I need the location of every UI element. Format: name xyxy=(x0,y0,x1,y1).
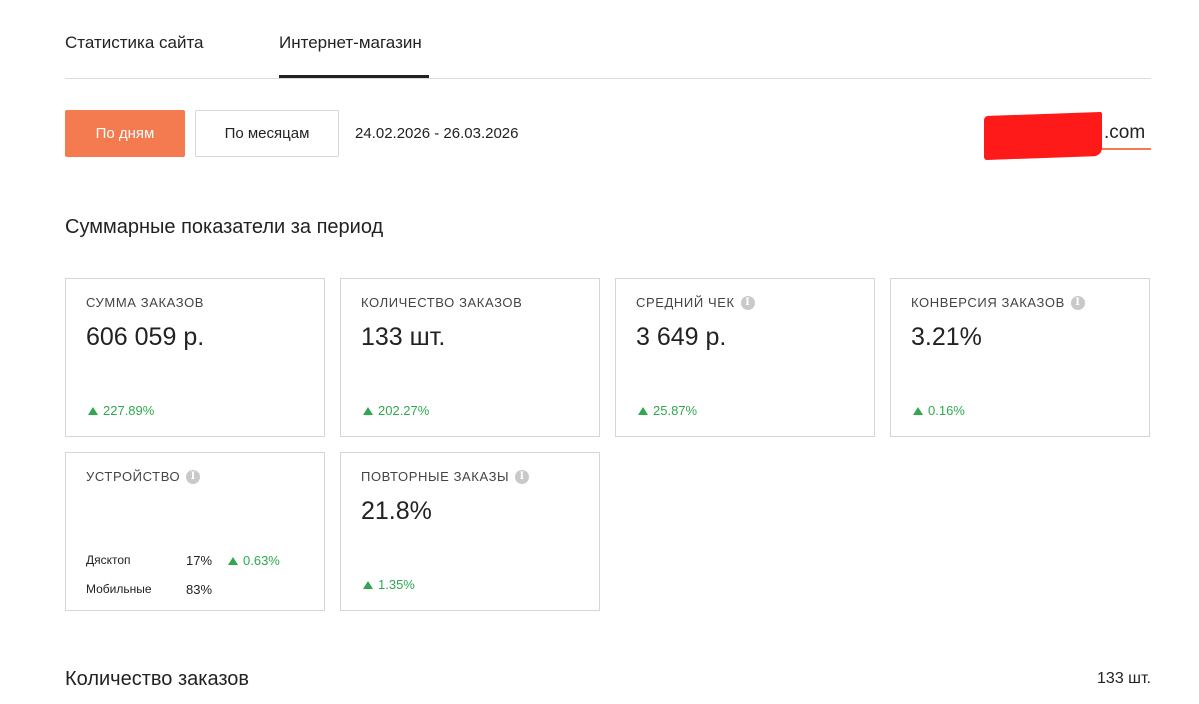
card-repeat-orders: Повторные заказы i 21.8% 1.35% xyxy=(340,452,600,611)
card-value: 3 649 р. xyxy=(636,323,727,351)
orders-count-total: 133 шт. xyxy=(1097,670,1151,687)
trend-up-icon xyxy=(363,580,373,589)
by-months-button[interactable]: По месяцам xyxy=(195,110,339,157)
card-label: Устройство xyxy=(86,469,181,484)
device-delta: 0.63% xyxy=(243,553,280,568)
summary-title: Суммарные показатели за период xyxy=(65,216,384,238)
card-orders-sum: Сумма заказов 606 059 р. 227.89% xyxy=(65,278,325,437)
info-icon[interactable]: i xyxy=(515,469,530,484)
tab-online-store[interactable]: Интернет-магазин xyxy=(279,33,422,53)
card-delta: 1.35% xyxy=(378,577,415,592)
card-value: 3.21% xyxy=(911,323,982,351)
card-value: 606 059 р. xyxy=(86,323,205,351)
device-name: Дясктоп xyxy=(86,553,131,567)
card-average-check: Средний чек i 3 649 р. 25.87% xyxy=(615,278,875,437)
site-domain-suffix[interactable]: .com xyxy=(1104,122,1145,144)
top-tabs: Статистика сайта Интернет-магазин xyxy=(65,0,1151,79)
trend-up-icon xyxy=(363,406,373,415)
trend-up-icon xyxy=(913,406,923,415)
info-icon[interactable]: i xyxy=(1070,295,1085,310)
card-orders-count: Количество заказов 133 шт. 202.27% xyxy=(340,278,600,437)
card-value: 21.8% xyxy=(361,497,432,525)
card-conversion: Конверсия заказов i 3.21% 0.16% xyxy=(890,278,1150,437)
site-selector-underline xyxy=(1102,148,1151,150)
orders-count-section-title: Количество заказов xyxy=(65,668,250,690)
active-tab-underline xyxy=(279,75,429,78)
card-value: 133 шт. xyxy=(361,323,446,351)
card-delta: 202.27% xyxy=(378,403,430,418)
card-delta: 25.87% xyxy=(653,403,698,418)
tab-site-stats[interactable]: Статистика сайта xyxy=(65,33,204,53)
card-label: Количество заказов xyxy=(361,295,523,310)
card-delta: 227.89% xyxy=(103,403,155,418)
device-name: Мобильные xyxy=(86,582,152,596)
card-delta: 0.16% xyxy=(928,403,965,418)
device-value: 17% xyxy=(186,553,213,568)
redacted-site-name xyxy=(984,111,1102,161)
card-device: Устройство i Дясктоп 17% 0.63% Мобильные … xyxy=(65,452,325,611)
card-label: Сумма заказов xyxy=(86,295,205,310)
by-days-button[interactable]: По дням xyxy=(65,110,185,157)
card-label: Повторные заказы xyxy=(361,469,510,484)
info-icon[interactable]: i xyxy=(186,469,201,484)
device-value: 83% xyxy=(186,582,213,597)
date-range[interactable]: 24.02.2026 - 26.03.2026 xyxy=(355,125,518,142)
trend-up-icon xyxy=(88,406,98,415)
trend-up-icon xyxy=(638,406,648,415)
card-label: Средний чек xyxy=(636,295,735,310)
info-icon[interactable]: i xyxy=(740,295,755,310)
trend-up-icon xyxy=(228,556,238,565)
card-label: Конверсия заказов xyxy=(911,295,1065,310)
